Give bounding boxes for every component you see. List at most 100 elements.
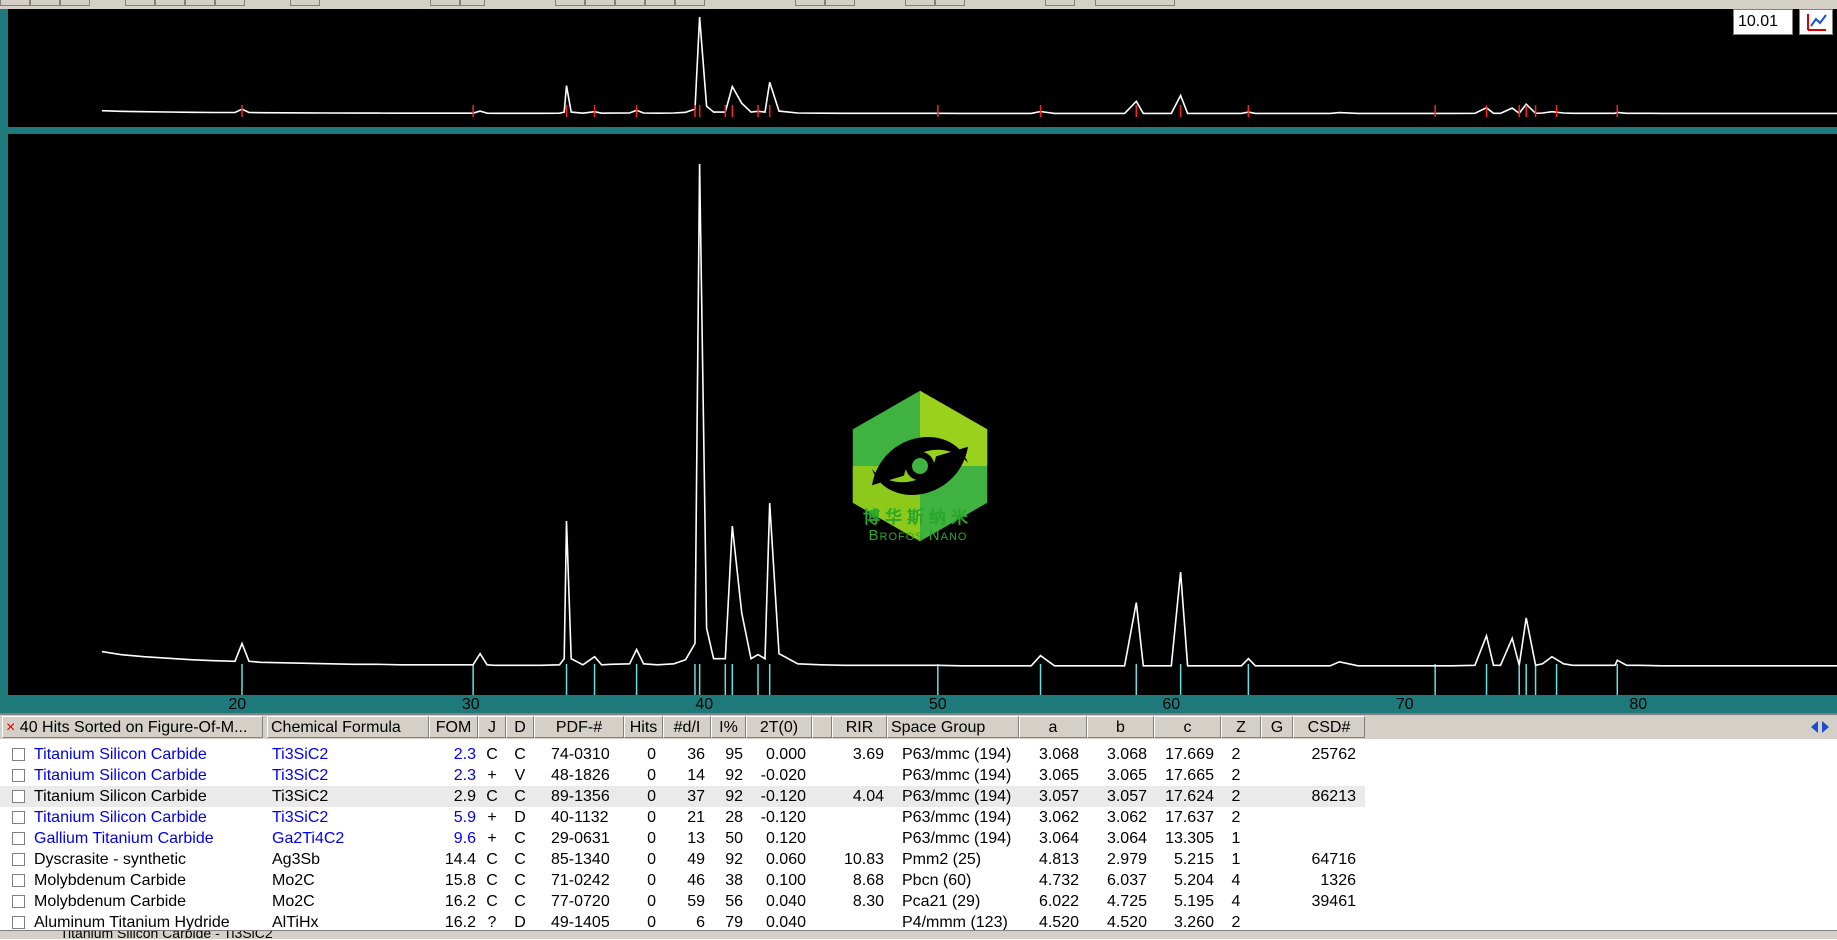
cell-ipct: 28	[725, 809, 743, 826]
table-header: × 40 Hits Sorted on Figure-Of-M... Chemi…	[0, 715, 1837, 739]
range-button[interactable]	[1799, 9, 1833, 35]
cell-formula: Ti3SiC2	[272, 746, 329, 763]
row-checkbox[interactable]	[12, 811, 25, 824]
cell-ndi: 37	[687, 788, 705, 805]
row-checkbox[interactable]	[12, 895, 25, 908]
cell-ndi: 36	[687, 746, 705, 763]
column-header[interactable]: c	[1154, 716, 1221, 738]
cell-a: 4.732	[1038, 872, 1079, 889]
cell-b: 3.057	[1106, 788, 1147, 805]
toolbar-button[interactable]	[585, 0, 615, 6]
row-checkbox[interactable]	[12, 790, 25, 803]
table-row[interactable]: Molybdenum Carbide Mo2C 16.2 C C 77-0720 0 59 56…	[0, 891, 1837, 912]
table-row[interactable]: Titanium Silicon Carbide Ti3SiC2 2.3 + V 48-1…	[0, 765, 1837, 786]
column-header[interactable]: Hits	[624, 716, 663, 738]
row-checkbox[interactable]	[12, 874, 25, 887]
toolbar-button[interactable]	[60, 0, 90, 6]
toolbar-button[interactable]	[645, 0, 675, 6]
cell-sg: Pmm2 (25)	[902, 851, 982, 868]
table-row[interactable]: Dyscrasite - synthetic Ag3Sb 14.4 C C 85-1340…	[0, 849, 1837, 870]
toolbar-button[interactable]	[460, 0, 485, 6]
header-sort-title[interactable]: × 40 Hits Sorted on Figure-Of-M...	[2, 716, 263, 738]
toolbar-button[interactable]	[935, 0, 965, 6]
cell-g	[1261, 807, 1289, 828]
range-input[interactable]: 10.01	[1733, 9, 1793, 35]
toolbar-button[interactable]	[430, 0, 460, 6]
column-header[interactable]: PDF-#	[534, 716, 624, 738]
toolbar-button[interactable]	[905, 0, 935, 6]
cell-t2: 0.120	[765, 830, 806, 847]
row-checkbox[interactable]	[12, 769, 25, 782]
cell-j: C	[486, 872, 498, 889]
cell-a: 4.813	[1038, 851, 1079, 868]
cell-pdf: 40-1132	[551, 809, 609, 826]
column-header[interactable]: D	[506, 716, 534, 738]
cell-hits: 0	[647, 830, 656, 847]
cell-name: Titanium Silicon Carbide	[34, 809, 207, 826]
column-header[interactable]: Chemical Formula	[267, 716, 429, 738]
column-header[interactable]: #d/I	[663, 716, 711, 738]
table-row[interactable]: Gallium Titanium Carbide Ga2Ti4C2 9.6 + C 29-…	[0, 828, 1837, 849]
toolbar-button[interactable]	[125, 0, 155, 6]
overview-pattern-panel[interactable]: 10.01	[8, 9, 1837, 129]
row-checkbox[interactable]	[12, 748, 25, 761]
cell-ipct: 92	[725, 767, 743, 784]
toolbar-button[interactable]	[290, 0, 320, 6]
cell-hits: 0	[647, 767, 656, 784]
column-header[interactable]: G	[1261, 716, 1293, 738]
toolbar-button[interactable]	[675, 0, 705, 6]
column-header[interactable]: RIR	[832, 716, 887, 738]
cell-pdf: 71-0242	[551, 872, 610, 889]
row-checkbox[interactable]	[12, 832, 25, 845]
column-header[interactable]: 2T(0)	[746, 716, 812, 738]
column-header[interactable]: a	[1019, 716, 1087, 738]
row-checkbox[interactable]	[12, 853, 25, 866]
cell-g	[1261, 828, 1289, 849]
cell-rir: 10.83	[843, 851, 884, 868]
cell-b: 3.065	[1106, 767, 1147, 784]
scroll-arrows-icon[interactable]	[1811, 721, 1829, 733]
table-row[interactable]: Molybdenum Carbide Mo2C 15.8 C C 71-0242 0 46 38…	[0, 870, 1837, 891]
cell-pdf: 48-1826	[551, 767, 610, 784]
row-checkbox[interactable]	[12, 916, 25, 929]
toolbar-button[interactable]	[155, 0, 185, 6]
cell-pdf: 29-0631	[551, 830, 610, 847]
table-row[interactable]: Titanium Silicon Carbide Ti3SiC2 2.3 C C 74-0…	[0, 744, 1837, 765]
cell-ipct: 38	[725, 872, 743, 889]
toolbar-button[interactable]	[1045, 0, 1075, 6]
cell-t2: 0.000	[765, 746, 806, 763]
column-header[interactable]: Z	[1221, 716, 1261, 738]
toolbar-button[interactable]	[615, 0, 645, 6]
column-header-blank[interactable]	[812, 716, 832, 738]
toolbar-button[interactable]	[30, 0, 60, 6]
toolbar-button[interactable]	[795, 0, 825, 6]
cell-b: 3.064	[1106, 830, 1147, 847]
column-header[interactable]: FOM	[429, 716, 478, 738]
column-header[interactable]: I%	[711, 716, 746, 738]
cell-g	[1261, 870, 1289, 891]
cell-j: +	[487, 809, 497, 826]
pattern-trace	[101, 16, 1837, 115]
toolbar-dropdown[interactable]	[1095, 0, 1175, 6]
close-icon[interactable]: ×	[6, 719, 15, 736]
toolbar-button[interactable]	[215, 0, 245, 6]
column-header[interactable]: J	[478, 716, 506, 738]
cell-ipct: 92	[725, 851, 743, 868]
cell-pdf: 89-1356	[551, 788, 610, 805]
column-header[interactable]: CSD#	[1293, 716, 1365, 738]
cell-g	[1261, 765, 1289, 786]
cell-j: C	[486, 851, 498, 868]
column-header[interactable]: b	[1087, 716, 1154, 738]
cell-ndi: 21	[687, 809, 705, 826]
column-header[interactable]: Space Group	[887, 716, 1019, 738]
hits-sort-label: 40 Hits Sorted on Figure-Of-M...	[19, 719, 248, 736]
cell-ndi: 14	[687, 767, 705, 784]
toolbar-button[interactable]	[825, 0, 855, 6]
table-row[interactable]: Titanium Silicon Carbide Ti3SiC2 5.9 + D 40-1…	[0, 807, 1837, 828]
toolbar-button[interactable]	[0, 0, 30, 6]
cell-z: 4	[1231, 893, 1241, 910]
toolbar-button[interactable]	[185, 0, 215, 6]
x-tick-label: 20	[228, 696, 247, 713]
toolbar-button[interactable]	[555, 0, 585, 6]
table-row[interactable]: Titanium Silicon Carbide Ti3SiC2 2.9 C C 89-1…	[0, 786, 1837, 807]
